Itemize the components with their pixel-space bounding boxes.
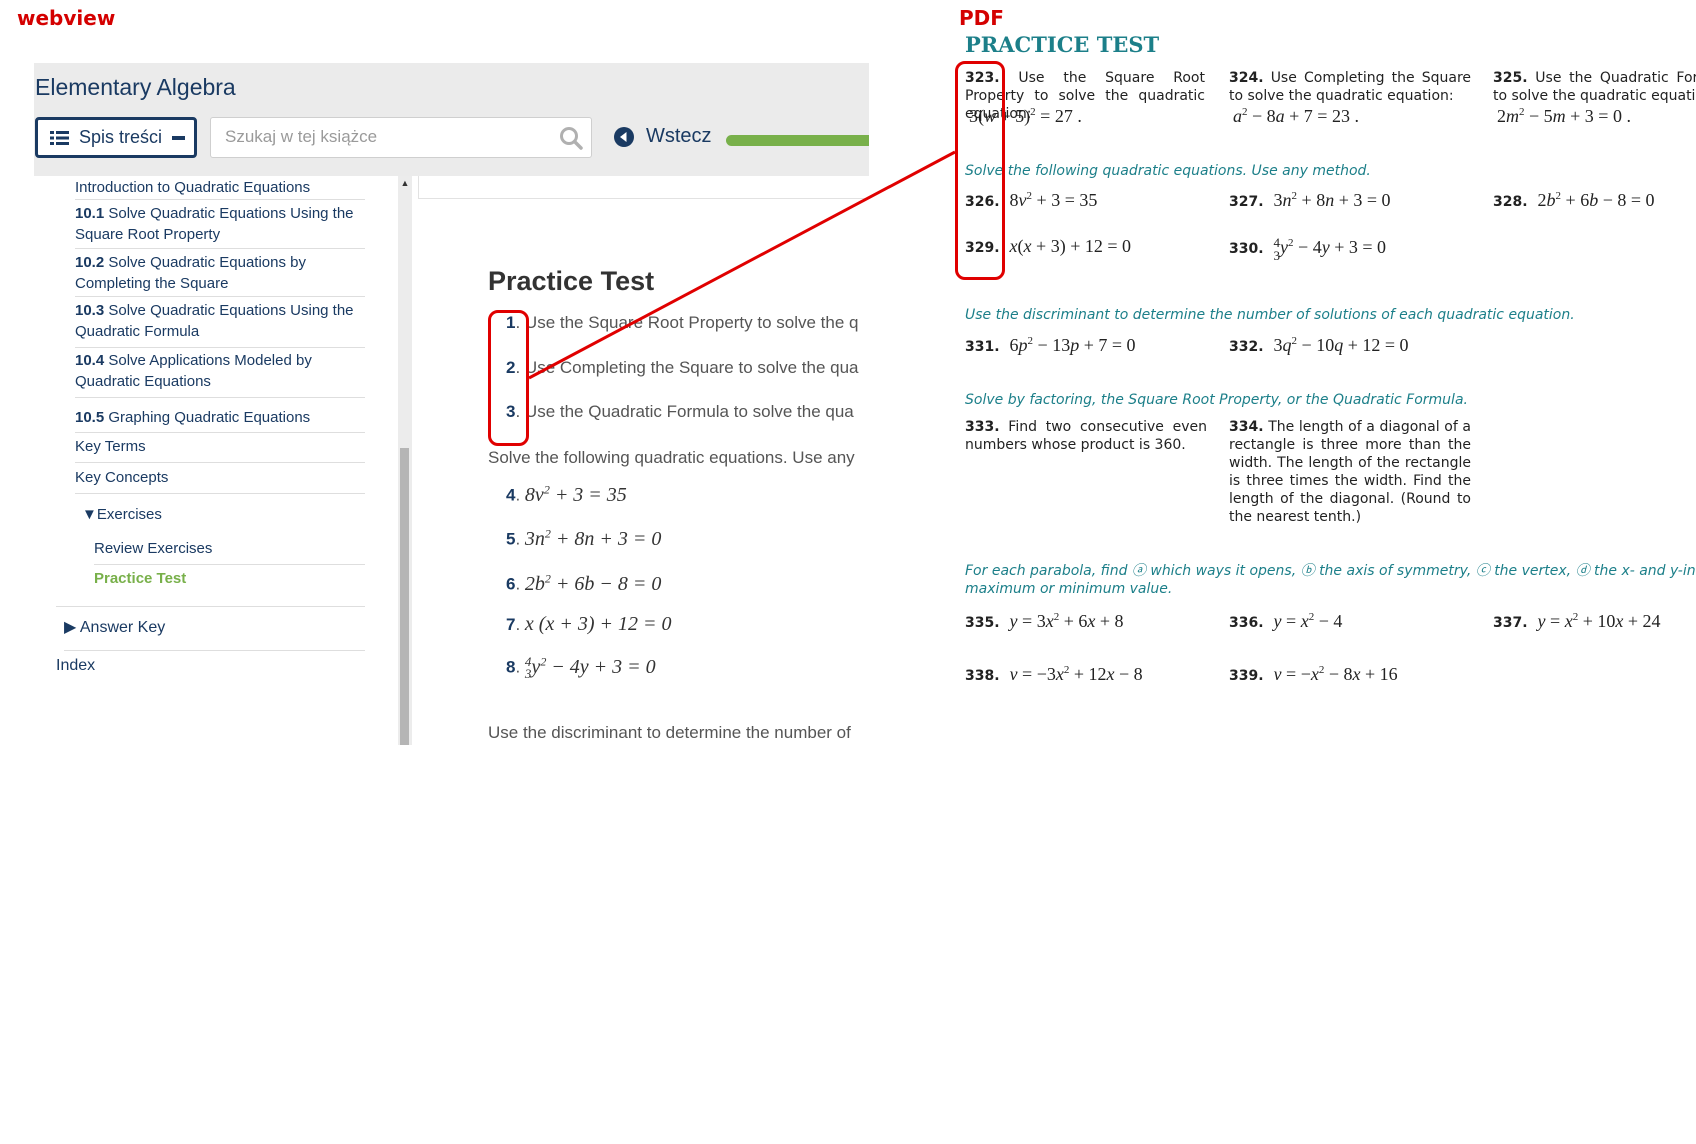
book-title: Elementary Algebra xyxy=(35,74,236,100)
toc-item-10-4[interactable]: 10.4 Solve Applications Modeled by Quadra… xyxy=(75,350,365,398)
toc-toggle-button[interactable]: Spis treści xyxy=(35,117,197,158)
pdf-problem-324: 324. Use Completing the Square to solve … xyxy=(1229,70,1472,104)
toc-button-label: Spis treści xyxy=(79,127,163,147)
scroll-up-arrow-icon[interactable]: ▲ xyxy=(398,176,412,190)
pdf-instruction-parabola: For each parabola, find ⓐ which ways it … xyxy=(965,563,1696,579)
instruction-discriminant: Use the discriminant to determine the nu… xyxy=(488,723,851,742)
pdf-equation-330: 330. 4 3y2 − 4y + 3 = 0 xyxy=(1229,235,1387,263)
problem-2: 2. Use Completing the Square to solve th… xyxy=(506,358,859,377)
main-content: Practice Test 1. Use the Square Root Pro… xyxy=(412,176,869,745)
pdf-highlight-box xyxy=(955,61,1005,280)
minus-icon xyxy=(172,136,185,140)
page-title: Practice Test xyxy=(488,266,655,296)
pdf-title: PRACTICE TEST xyxy=(965,32,1160,57)
toc-item-answer-key[interactable]: ▶ Answer Key xyxy=(64,617,365,651)
toc-item-review-exercises[interactable]: Review Exercises xyxy=(94,538,365,565)
pdf-problem-333: 333. Find two consecutive even numbers w… xyxy=(965,419,1207,453)
equation-4: 4. 8v2 + 3 = 35 xyxy=(506,482,627,506)
back-label: Wstecz xyxy=(646,125,712,147)
content-border xyxy=(418,176,419,198)
search-input[interactable] xyxy=(225,118,545,155)
pdf-equation-331: 331. 6p2 − 13p + 7 = 0 xyxy=(965,335,1136,355)
webview-pane: Elementary Algebra Spis treści Wstecz xyxy=(34,63,869,745)
equation-7: 7. x (x + 3) + 12 = 0 xyxy=(506,613,672,635)
equation-8: 8. 4 3y2 − 4y + 3 = 0 xyxy=(506,654,656,682)
pdf-instruction-solve: Solve the following quadratic equations.… xyxy=(965,163,1371,179)
table-of-contents: Introduction to Quadratic Equations 10.1… xyxy=(34,176,398,745)
pdf-equation-325: 2m2 − 5m + 3 = 0 . xyxy=(1497,106,1631,126)
pdf-equation-335: 335. y = 3x2 + 6x + 8 xyxy=(965,611,1124,631)
equation-5: 5. 3n2 + 8n + 3 = 0 xyxy=(506,526,662,550)
pdf-pane: PRACTICE TEST 323. Use the Square Root P… xyxy=(960,30,1696,680)
problem-3: 3. Use the Quadratic Formula to solve th… xyxy=(506,402,854,421)
pdf-equation-327: 327. 3n2 + 8n + 3 = 0 xyxy=(1229,190,1391,210)
toc-divider xyxy=(56,606,365,607)
pdf-problem-334: 334. The length of a diagonal of a recta… xyxy=(1229,419,1471,525)
pdf-equation-324: a2 − 8a + 7 = 23 . xyxy=(1233,106,1359,126)
equation-6: 6. 2b2 + 6b − 8 = 0 xyxy=(506,571,662,595)
pdf-cutoff-row: 338. y = −3x2 + 12x − 8 339. y = −x2 − 8x … xyxy=(960,666,1696,680)
toc-item-10-1[interactable]: 10.1 Solve Quadratic Equations Using the… xyxy=(75,203,365,249)
book-header: Elementary Algebra Spis treści Wstecz xyxy=(34,63,869,176)
pdf-instruction-parabola-cont: maximum or minimum value. xyxy=(965,581,1173,597)
pdf-equation-337: 337. y = x2 + 10x + 24 xyxy=(1493,611,1661,631)
search-icon[interactable] xyxy=(559,126,583,150)
webview-highlight-box xyxy=(488,310,529,446)
progress-bar xyxy=(726,135,869,146)
toc-item-index[interactable]: Index xyxy=(56,655,365,681)
pdf-equation-336: 336. y = x2 − 4 xyxy=(1229,611,1343,631)
sidebar-scrollbar-thumb[interactable] xyxy=(400,448,409,745)
toc-item-key-terms[interactable]: Key Terms xyxy=(75,436,365,463)
pdf-equation-338: 338. y = −3x2 + 12x − 8 xyxy=(965,666,1143,680)
toc-item-10-3[interactable]: 10.3 Solve Quadratic Equations Using the… xyxy=(75,300,365,348)
instruction-solve: Solve the following quadratic equations.… xyxy=(488,448,855,467)
list-icon xyxy=(50,130,69,145)
pdf-equation-332: 332. 3q2 − 10q + 12 = 0 xyxy=(1229,335,1409,355)
back-arrow-icon xyxy=(614,126,634,147)
problem-1: 1. Use the Square Root Property to solve… xyxy=(506,313,859,332)
toc-item-intro[interactable]: Introduction to Quadratic Equations xyxy=(75,177,365,200)
webview-caption: webview xyxy=(17,6,116,30)
triangle-right-icon: ▶ xyxy=(64,619,77,636)
pdf-instruction-factoring: Solve by factoring, the Square Root Prop… xyxy=(965,392,1468,408)
back-button[interactable]: Wstecz xyxy=(614,125,712,148)
pdf-problem-325: 325. Use the Quadratic Formula to solve … xyxy=(1493,70,1696,104)
pdf-caption: PDF xyxy=(959,6,1004,30)
pdf-equation-328: 328. 2b2 + 6b − 8 = 0 xyxy=(1493,190,1655,210)
content-divider xyxy=(418,198,869,199)
pdf-equation-339: 339. y = −x2 − 8x + 16 xyxy=(1229,666,1398,680)
toc-item-exercises[interactable]: ▼Exercises xyxy=(82,504,365,530)
toc-item-practice-test[interactable]: Practice Test xyxy=(94,568,365,600)
pdf-instruction-discriminant: Use the discriminant to determine the nu… xyxy=(965,307,1575,323)
toc-item-10-2[interactable]: 10.2 Solve Quadratic Equations by Complet… xyxy=(75,252,365,297)
toc-item-10-5[interactable]: 10.5 Graphing Quadratic Equations xyxy=(75,407,365,433)
triangle-down-icon: ▼ xyxy=(82,506,97,523)
toc-item-key-concepts[interactable]: Key Concepts xyxy=(75,467,365,494)
search-box xyxy=(210,117,592,158)
